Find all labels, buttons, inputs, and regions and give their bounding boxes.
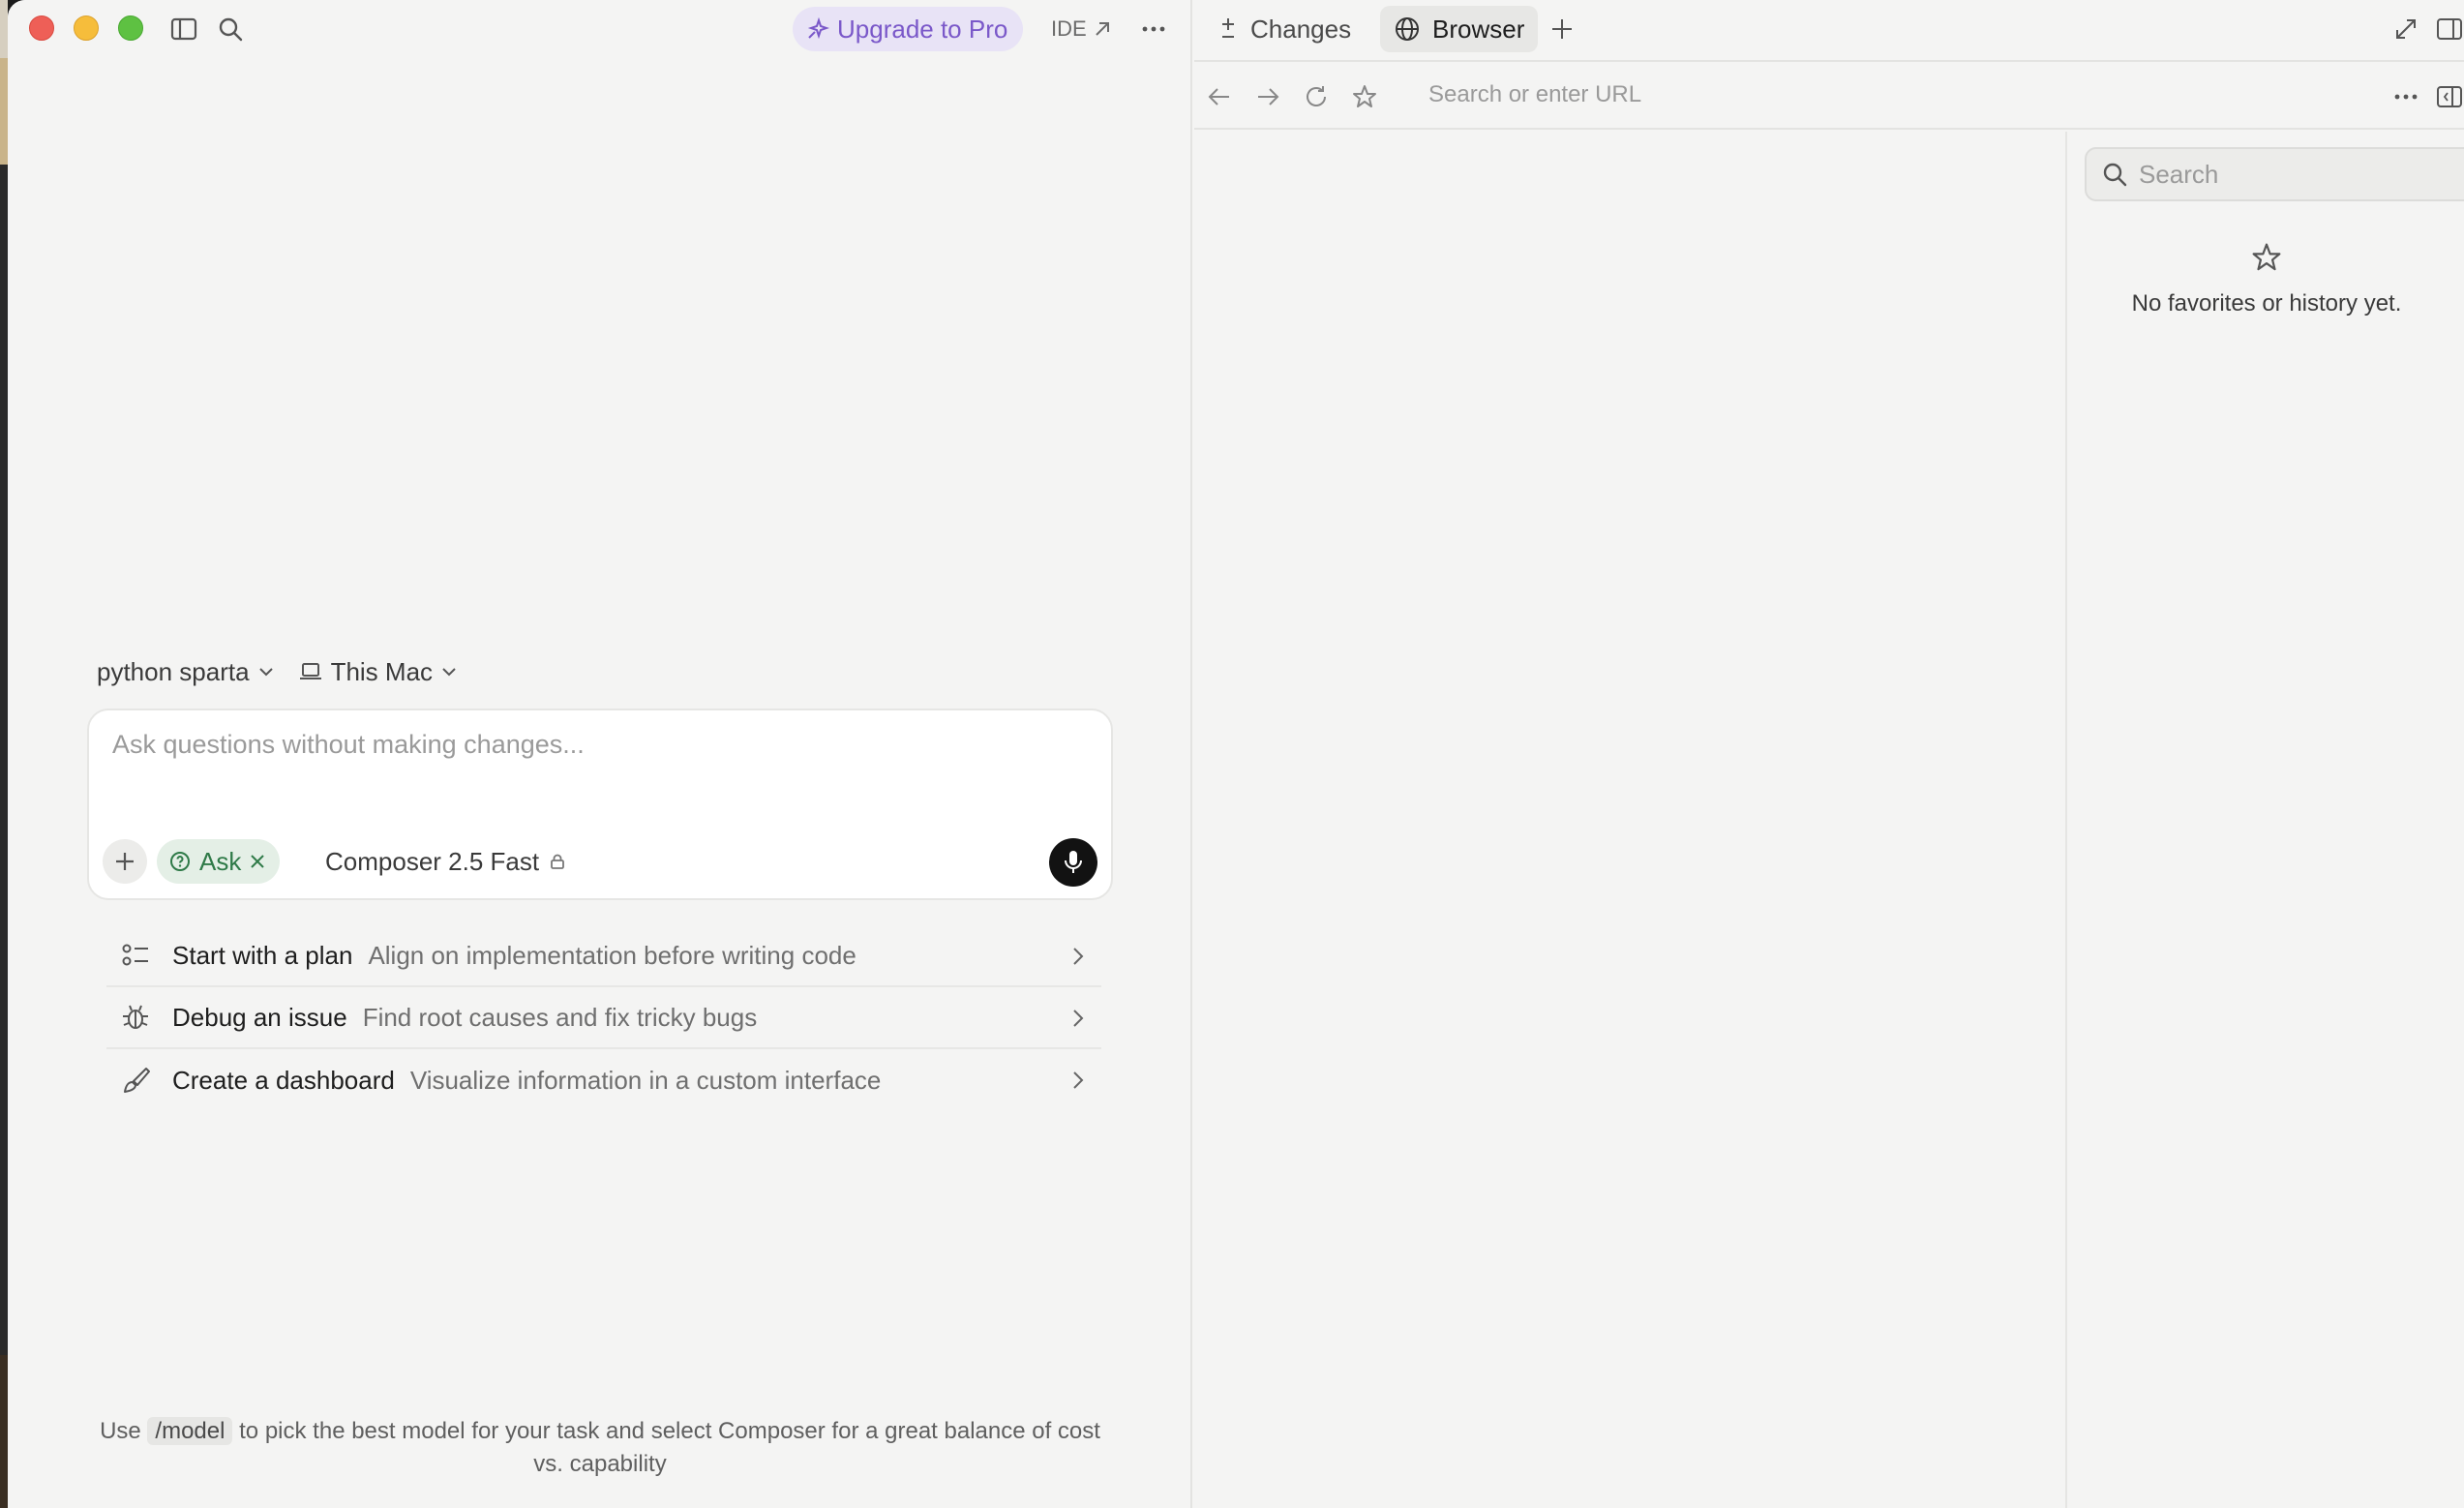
tab-label: Changes	[1250, 14, 1352, 44]
more-options-icon[interactable]	[1136, 14, 1171, 45]
prompt-input[interactable]: Ask questions without making changes...	[112, 730, 585, 760]
project-name: python sparta	[97, 656, 250, 686]
external-arrow-icon	[1093, 19, 1112, 39]
chevron-down-icon	[257, 666, 275, 678]
ask-mode-label: Ask	[199, 846, 242, 876]
chevron-right-icon	[1063, 1003, 1094, 1034]
project-selector[interactable]: python sparta	[97, 657, 275, 687]
favorites-search[interactable]: Search	[2085, 147, 2464, 201]
reload-icon[interactable]	[1301, 81, 1332, 112]
tab-changes[interactable]: Changes	[1204, 6, 1365, 52]
plus-minus-icon	[1217, 15, 1239, 43]
search-icon[interactable]	[215, 14, 246, 45]
suggestion-description: Visualize information in a custom interf…	[409, 1065, 882, 1095]
question-bubble-icon	[168, 850, 192, 873]
voice-input-button[interactable]	[1049, 838, 1097, 887]
suggestion-item[interactable]: Start with a plan Align on implementatio…	[106, 925, 1101, 987]
plan-list-icon	[116, 936, 155, 975]
model-command: /model	[147, 1417, 233, 1445]
tab-label: Browser	[1432, 14, 1525, 44]
open-ide-button[interactable]: IDE	[1051, 14, 1112, 45]
machine-selector[interactable]: This Mac	[298, 657, 458, 687]
browser-nav-bar: Search or enter URL	[1194, 64, 2464, 130]
panel-toggle-icon[interactable]	[2435, 14, 2464, 45]
chevron-right-icon	[1063, 941, 1094, 972]
star-icon	[2249, 240, 2284, 275]
model-selector[interactable]: Composer 2.5 Fast	[325, 844, 566, 879]
upgrade-to-pro-button[interactable]: Upgrade to Pro	[793, 7, 1024, 51]
desktop-sliver	[0, 58, 8, 165]
machine-name: This Mac	[330, 656, 434, 686]
suggestion-description: Find root causes and fix tricky bugs	[362, 1002, 758, 1032]
hint-prefix: Use	[100, 1418, 141, 1444]
lock-icon	[549, 853, 566, 870]
new-tab-icon[interactable]	[1547, 14, 1578, 45]
suggestion-title: Start with a plan	[172, 940, 353, 970]
upgrade-label: Upgrade to Pro	[837, 14, 1008, 44]
tab-browser[interactable]: Browser	[1380, 6, 1539, 52]
sidebar-panel-icon[interactable]	[2435, 81, 2464, 112]
expand-icon[interactable]	[2390, 14, 2421, 45]
ide-label: IDE	[1051, 16, 1087, 41]
pane-tab-bar: Changes Browser	[1194, 0, 2464, 62]
suggestion-item[interactable]: Create a dashboard Visualize information…	[106, 1049, 1101, 1111]
sparkle-icon	[806, 17, 829, 41]
close-icon[interactable]	[249, 853, 266, 870]
hint-suffix: to pick the best model for your task and…	[239, 1418, 1100, 1477]
suggestion-title: Create a dashboard	[172, 1065, 395, 1095]
search-icon	[2102, 162, 2127, 187]
suggestion-item[interactable]: Debug an issue Find root causes and fix …	[106, 987, 1101, 1049]
laptop-icon	[298, 661, 323, 682]
desktop-edge	[0, 0, 8, 1508]
desktop-sliver	[0, 1355, 8, 1508]
forward-arrow-icon[interactable]	[1252, 81, 1283, 112]
zoom-window-button[interactable]	[118, 15, 143, 41]
browser-viewport[interactable]	[1194, 132, 2067, 1508]
back-arrow-icon[interactable]	[1204, 81, 1235, 112]
sidebar-toggle-icon[interactable]	[168, 14, 199, 45]
search-placeholder: Search	[2139, 159, 2219, 189]
add-attachment-button[interactable]	[103, 839, 147, 884]
model-name: Composer 2.5 Fast	[325, 846, 540, 876]
context-selector-row: python sparta This Mac	[97, 652, 481, 691]
desktop-sliver	[0, 0, 8, 58]
suggestion-title: Debug an issue	[172, 1002, 347, 1032]
empty-state-text: No favorites or history yet.	[2131, 290, 2402, 317]
suggestion-description: Align on implementation before writing c…	[368, 940, 856, 970]
suggestion-list: Start with a plan Align on implementatio…	[106, 925, 1101, 1111]
model-hint: Use /model to pick the best model for yo…	[87, 1415, 1113, 1481]
chevron-down-icon	[440, 666, 458, 678]
app-window: Upgrade to Pro IDE python sparta This Ma…	[8, 0, 2464, 1508]
minimize-window-button[interactable]	[74, 15, 99, 41]
agent-pane: Upgrade to Pro IDE python sparta This Ma…	[8, 0, 1192, 1508]
favorites-panel: Search No favorites or history yet.	[2069, 132, 2464, 1508]
composer-box: Ask questions without making changes... …	[87, 709, 1113, 900]
browser-pane: Changes Browser Search or enter URL Sear…	[1194, 0, 2464, 1508]
ask-mode-chip[interactable]: Ask	[157, 839, 281, 884]
microphone-icon	[1063, 849, 1084, 876]
close-window-button[interactable]	[29, 15, 54, 41]
url-input[interactable]: Search or enter URL	[1428, 81, 1641, 108]
bug-icon	[116, 998, 155, 1037]
browser-more-icon[interactable]	[2390, 81, 2421, 112]
brush-icon	[116, 1061, 155, 1100]
favorite-star-icon[interactable]	[1349, 81, 1380, 112]
globe-icon	[1394, 15, 1421, 43]
chevron-right-icon	[1063, 1065, 1094, 1096]
